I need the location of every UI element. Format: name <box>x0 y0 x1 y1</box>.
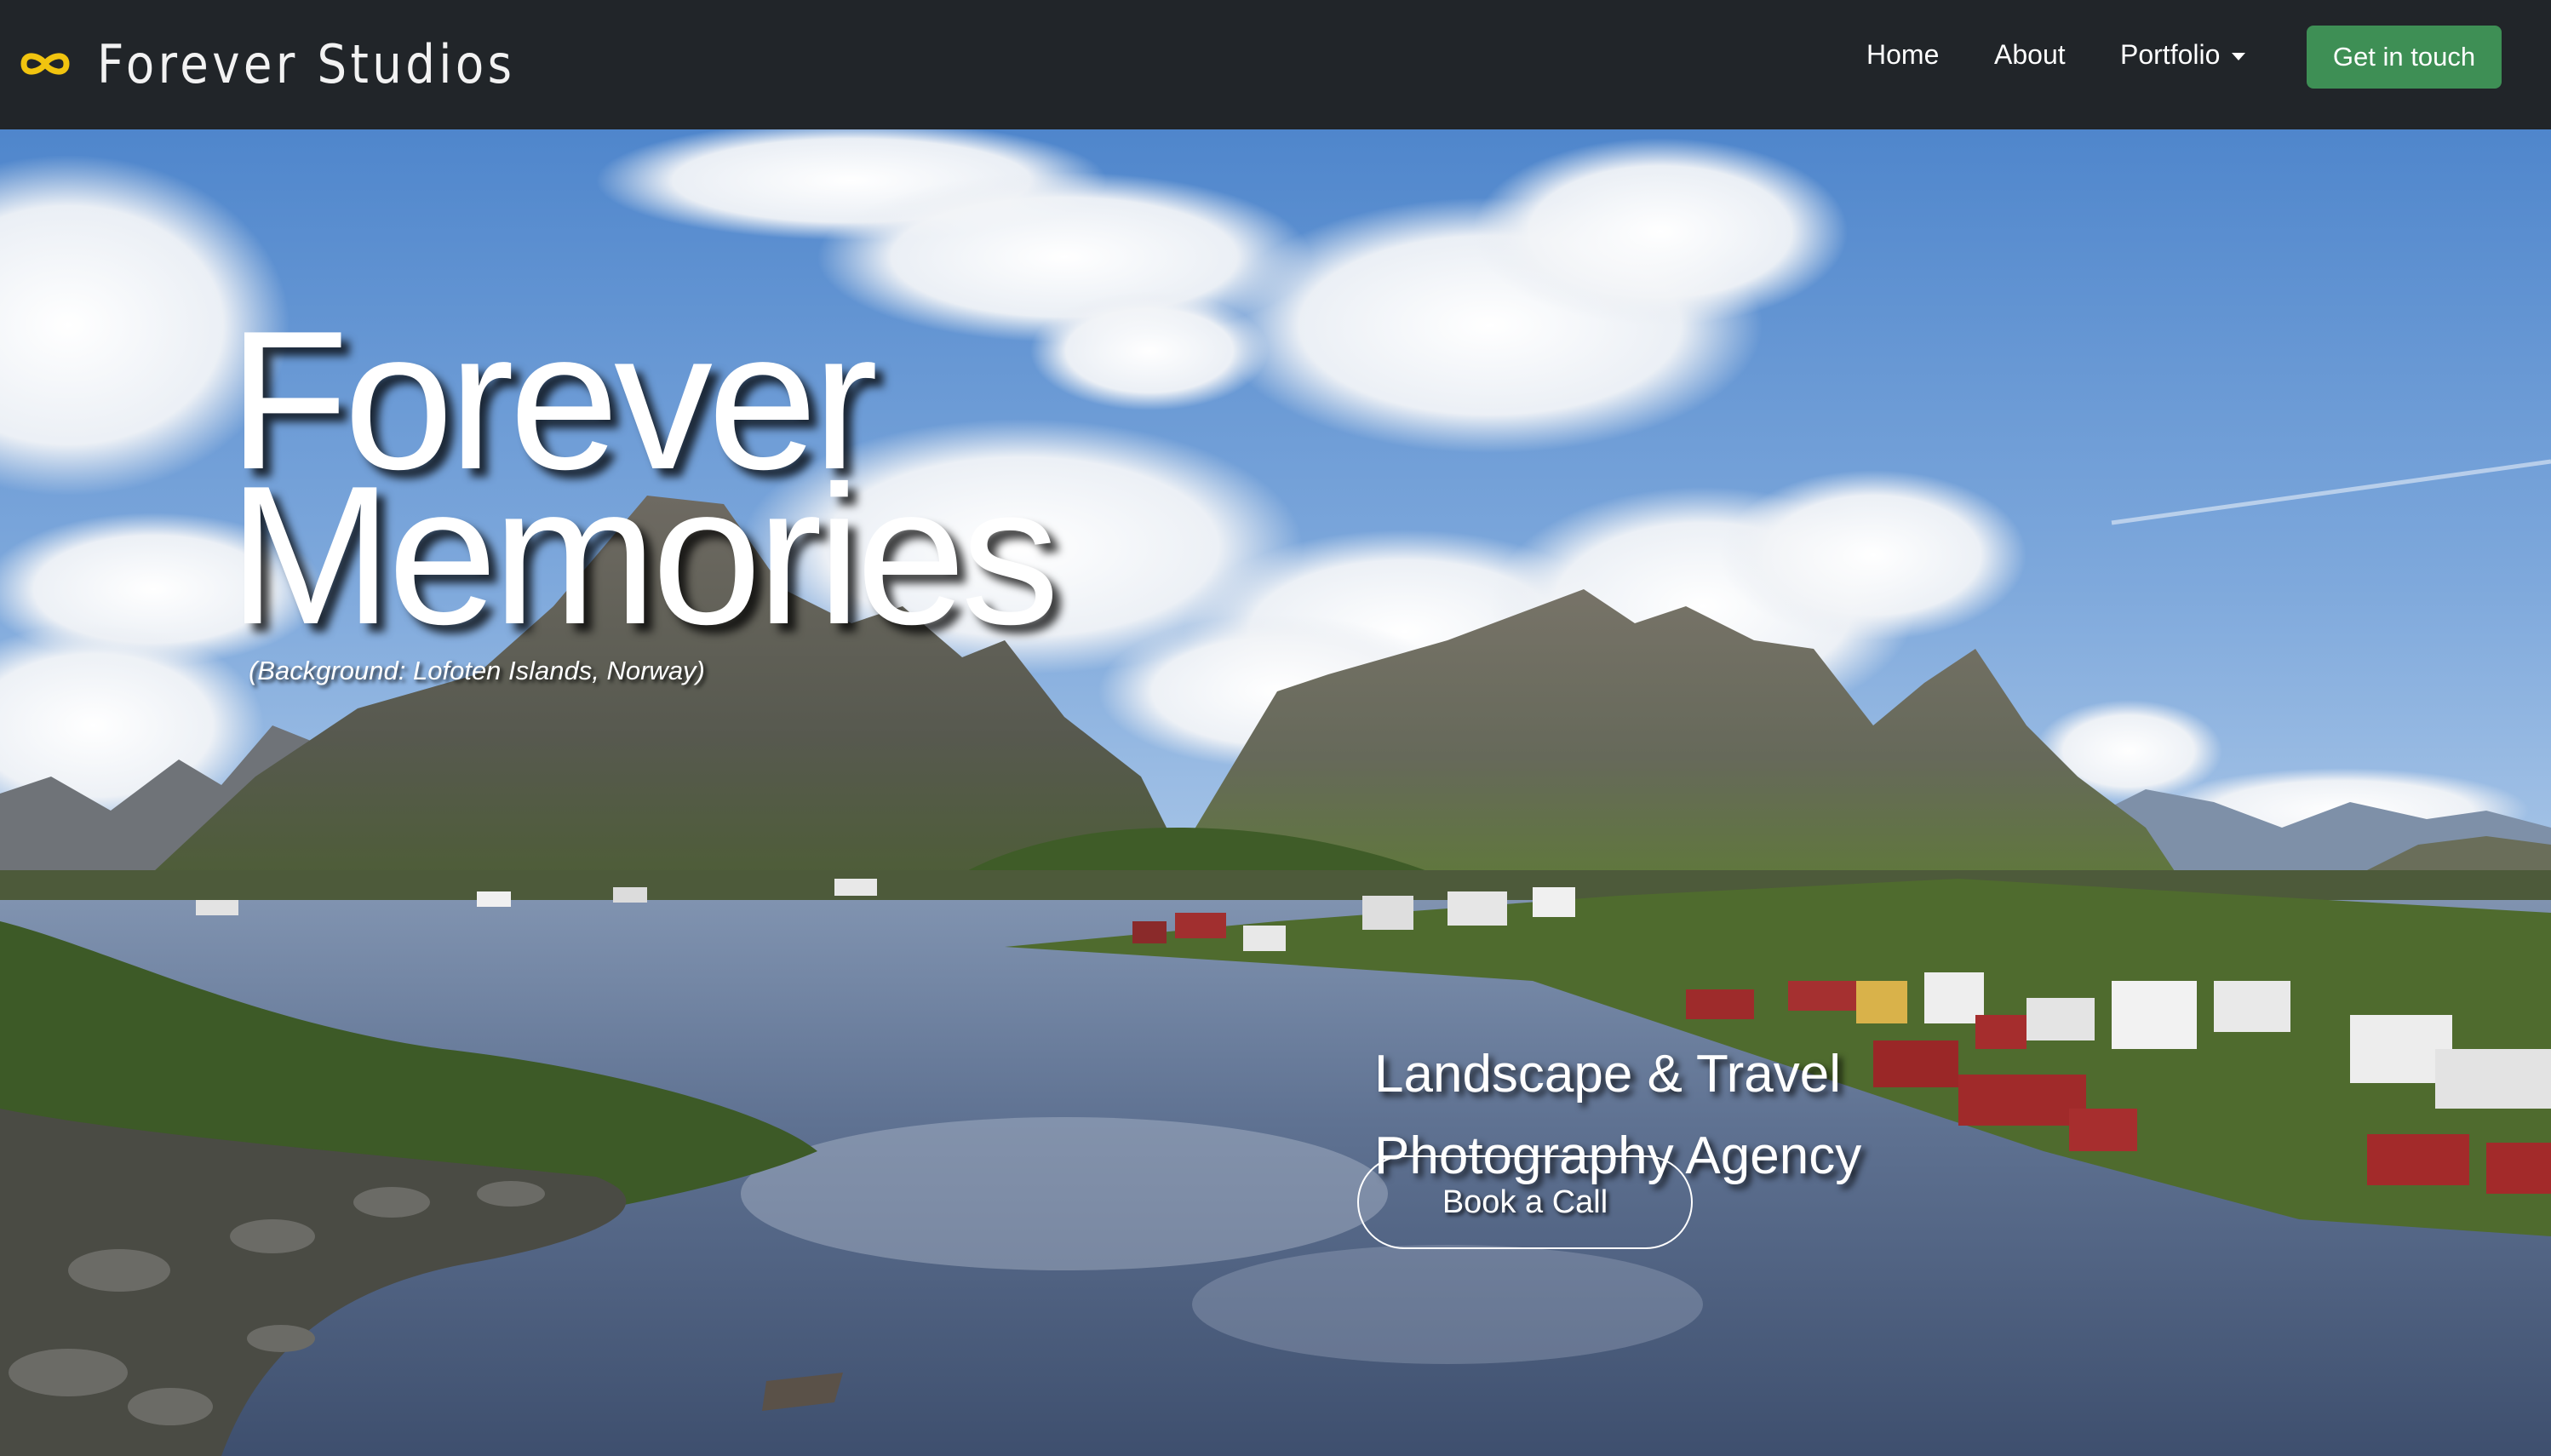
hero-headline: Forever Memories <box>228 302 1059 666</box>
chevron-down-icon <box>2232 53 2246 60</box>
hero-tagline-line1: Landscape & Travel <box>1374 1045 1842 1103</box>
book-a-call-button[interactable]: Book a Call <box>1357 1155 1693 1249</box>
get-in-touch-button[interactable]: Get in touch <box>2307 26 2502 89</box>
brand-link[interactable]: Forever Studios <box>19 26 572 102</box>
nav-about-link[interactable]: About <box>1994 39 2066 71</box>
nav-portfolio-dropdown[interactable]: Portfolio <box>2120 39 2246 71</box>
infinity-icon <box>20 53 70 75</box>
nav-home-link[interactable]: Home <box>1866 39 1939 71</box>
hero-background-caption: (Background: Lofoten Islands, Norway) <box>249 656 705 685</box>
navbar: Forever Studios Home About Portfolio Get… <box>0 0 2551 129</box>
brand-name: Forever Studios <box>97 32 516 95</box>
nav-portfolio-label: Portfolio <box>2120 39 2221 70</box>
hero-section: Forever Memories (Background: Lofoten Is… <box>0 129 2551 1456</box>
hero-headline-line2: Memories <box>228 445 1059 666</box>
